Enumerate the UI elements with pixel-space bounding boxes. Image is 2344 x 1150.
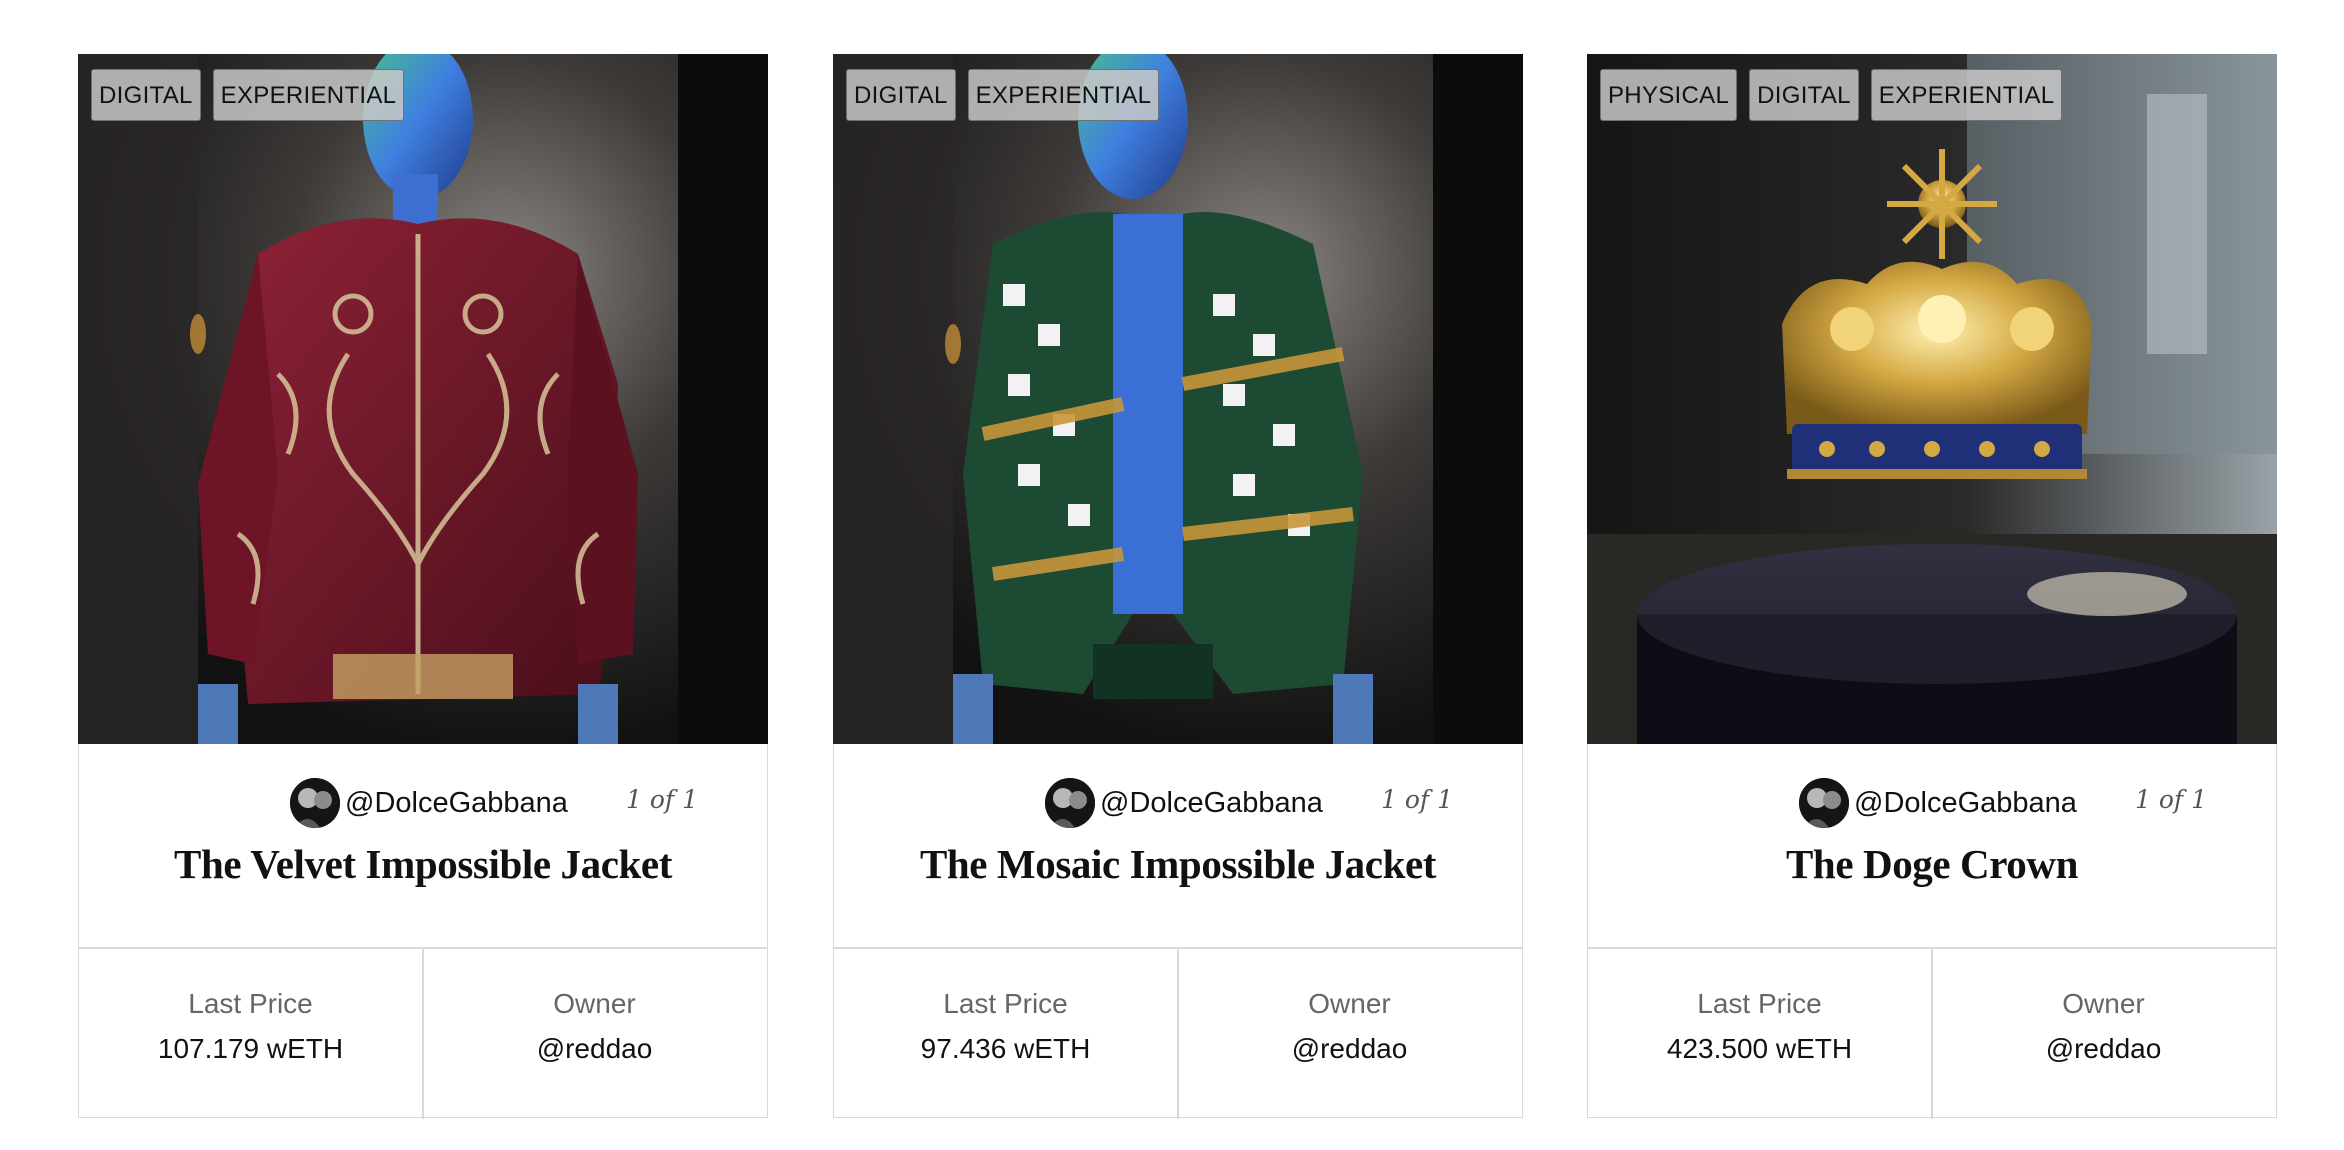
- artwork-image-mosaic-jacket[interactable]: [833, 54, 1523, 744]
- artwork-title[interactable]: The Doge Crown: [1588, 840, 2276, 888]
- tag[interactable]: EXPERIENTIAL: [212, 69, 405, 121]
- owner-handle-link[interactable]: @reddao: [1932, 1033, 2275, 1065]
- creator-handle-link[interactable]: @DolceGabbana: [345, 775, 568, 831]
- creator-row: @DolceGabbana 1 of 1: [1588, 775, 2276, 831]
- last-price-value: 97.436 wETH: [920, 1033, 1091, 1064]
- creator-handle-link[interactable]: @DolceGabbana: [1854, 775, 2077, 831]
- nft-card[interactable]: DIGITAL EXPERIENTIAL @DolceGabbana 1 of …: [833, 54, 1523, 1119]
- owner-cell: Owner @reddao: [1932, 948, 2275, 1116]
- owner-label: Owner: [1308, 988, 1391, 1019]
- owner-cell: Owner @reddao: [1178, 948, 1521, 1116]
- edition-count: 1 of 1: [626, 785, 699, 814]
- owner-label: Owner: [2062, 988, 2145, 1019]
- artwork-image-doge-crown[interactable]: [1587, 54, 2277, 744]
- last-price-value: 107.179 wETH: [157, 1033, 344, 1064]
- tag[interactable]: DIGITAL: [846, 69, 956, 121]
- last-price-value: 423.500 wETH: [1666, 1033, 1853, 1064]
- creator-avatar[interactable]: [290, 778, 340, 828]
- owner-cell: Owner @reddao: [423, 948, 766, 1116]
- creator-avatar[interactable]: [1799, 778, 1849, 828]
- creator-avatar[interactable]: [1045, 778, 1095, 828]
- owner-handle-link[interactable]: @reddao: [1178, 1033, 1521, 1065]
- last-price-cell: Last Price 97.436 wETH: [834, 948, 1177, 1116]
- edition-count: 1 of 1: [1381, 785, 1454, 814]
- tag[interactable]: DIGITAL: [1749, 69, 1859, 121]
- artwork-title[interactable]: The Velvet Impossible Jacket: [79, 840, 767, 888]
- creator-handle-link[interactable]: @DolceGabbana: [1100, 775, 1323, 831]
- edition-count: 1 of 1: [2135, 785, 2208, 814]
- artwork-image-velvet-jacket[interactable]: [78, 54, 768, 744]
- nft-card[interactable]: PHYSICAL DIGITAL EXPERIENTIAL @DolceGabb…: [1587, 54, 2277, 1119]
- last-price-label: Last Price: [188, 988, 313, 1019]
- tag-list: DIGITAL EXPERIENTIAL: [846, 69, 1160, 121]
- tag[interactable]: EXPERIENTIAL: [1870, 69, 2063, 121]
- tag[interactable]: EXPERIENTIAL: [967, 69, 1160, 121]
- artwork-title[interactable]: The Mosaic Impossible Jacket: [834, 840, 1522, 888]
- last-price-cell: Last Price 423.500 wETH: [1588, 948, 1931, 1116]
- tag[interactable]: PHYSICAL: [1600, 69, 1738, 121]
- tag-list: PHYSICAL DIGITAL EXPERIENTIAL: [1600, 69, 2063, 121]
- tag[interactable]: DIGITAL: [91, 69, 201, 121]
- creator-row: @DolceGabbana 1 of 1: [79, 775, 767, 831]
- nft-card-grid: DIGITAL EXPERIENTIAL @DolceGabbana 1 of …: [78, 54, 2277, 1119]
- last-price-cell: Last Price 107.179 wETH: [79, 948, 422, 1116]
- nft-card[interactable]: DIGITAL EXPERIENTIAL @DolceGabbana 1 of …: [78, 54, 768, 1119]
- tag-list: DIGITAL EXPERIENTIAL: [91, 69, 405, 121]
- creator-row: @DolceGabbana 1 of 1: [834, 775, 1522, 831]
- last-price-label: Last Price: [1697, 988, 1822, 1019]
- owner-handle-link[interactable]: @reddao: [423, 1033, 766, 1065]
- owner-label: Owner: [553, 988, 636, 1019]
- last-price-label: Last Price: [943, 988, 1068, 1019]
